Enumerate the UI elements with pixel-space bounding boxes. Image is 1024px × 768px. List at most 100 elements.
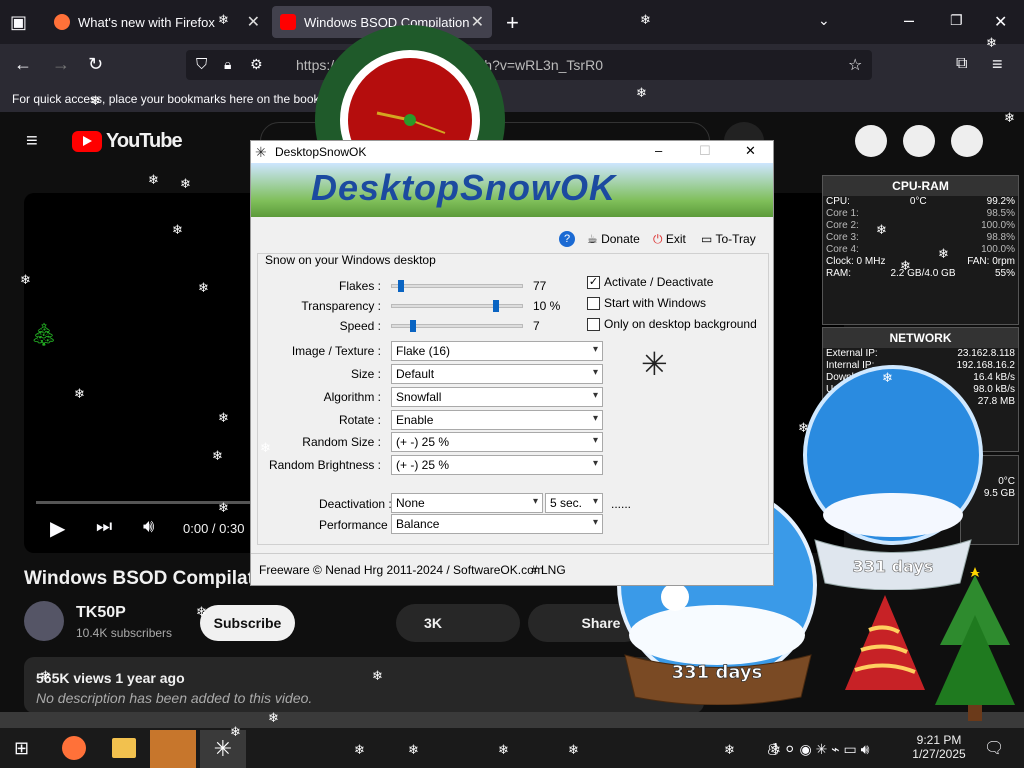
slider-0[interactable] <box>391 280 523 292</box>
combo-value: Snowfall <box>396 390 442 404</box>
cpu-ram-gadget: CPU-RAM CPU: 0°C 99.2% Core 1: 98.5% Core 2: 1… <box>822 175 1019 325</box>
tab-list-icon[interactable]: ▣ <box>10 12 27 33</box>
deactivation-label: Deactivation : <box>319 497 392 511</box>
language-link[interactable]: # LNG <box>531 563 566 577</box>
slider-thumb[interactable] <box>493 300 499 312</box>
combo-select[interactable]: Enable ▾ <box>391 410 603 430</box>
slider-1[interactable] <box>391 300 523 312</box>
snowflake-icon: ❄ <box>20 272 31 287</box>
footer-divider <box>251 553 773 554</box>
avatar[interactable] <box>951 125 983 157</box>
checkbox-option[interactable]: Only on desktop background <box>587 317 757 331</box>
hamburger-menu-icon[interactable]: ≡ <box>26 130 38 153</box>
combo-select[interactable]: (+ -) 25 % ▾ <box>391 432 603 452</box>
christmas-tree-cursor-icon: 🎄︎ <box>30 322 58 347</box>
cpu-ram-row: Core 1: 98.5% <box>823 208 1018 220</box>
channel-avatar[interactable] <box>24 601 64 641</box>
snowflake-icon: ❄ <box>196 604 207 619</box>
checkbox-option[interactable]: ✓ Activate / Deactivate <box>587 275 713 289</box>
shield-icon[interactable]: ⛉ <box>196 56 207 73</box>
deactivation-seconds-select[interactable]: 5 sec. ▾ <box>545 493 603 513</box>
close-window-icon[interactable]: ✕ <box>994 12 1007 32</box>
checkbox-box[interactable] <box>587 317 600 331</box>
bookmark-star-icon[interactable]: ☆ <box>848 55 862 75</box>
combo-value: Enable <box>396 413 434 427</box>
combo-select[interactable]: Default ▾ <box>391 364 603 384</box>
minimize-icon[interactable]: – <box>655 143 662 158</box>
combo-value: Flake (16) <box>396 344 451 358</box>
tray-icons[interactable]: ⛄︎ ⚪ ◉ ✳ ⌁ ▭ 🔊︎ <box>766 738 870 759</box>
close-tab-icon[interactable]: ✕ <box>247 12 260 32</box>
row-mid: 0°C <box>909 196 927 207</box>
create-button[interactable] <box>855 125 887 157</box>
notifications-button[interactable] <box>903 125 935 157</box>
horizontal-scrollbar[interactable] <box>0 712 1024 728</box>
tab-firefox-news[interactable]: What's new with Firefox ✕ <box>46 6 268 38</box>
subscribe-button[interactable]: Subscribe <box>200 605 295 641</box>
forward-icon[interactable]: → <box>52 54 70 75</box>
youtube-logo[interactable]: YouTube <box>72 130 183 153</box>
file-explorer-icon[interactable] <box>112 738 136 758</box>
extensions-icon[interactable]: ⧉ <box>956 55 967 73</box>
menu-icon[interactable]: ≡ <box>992 54 1003 75</box>
row-value: FAN: 0rpm <box>967 256 1015 267</box>
exit-button[interactable]: ⏻ Exit <box>653 232 686 247</box>
checkbox-option[interactable]: Start with Windows <box>587 296 706 310</box>
combo-select[interactable]: (+ -) 25 % ▾ <box>391 455 603 475</box>
to-tray-label: To-Tray <box>715 232 756 246</box>
windows-start-icon[interactable]: ⊞ <box>14 738 29 759</box>
combo-select[interactable]: Snowfall ▾ <box>391 387 603 407</box>
snowflake-icon: ❄ <box>636 85 647 100</box>
deactivation-select[interactable]: None ▾ <box>391 493 543 513</box>
wreath-app-taskbar-icon[interactable] <box>150 730 196 768</box>
volume-icon[interactable]: 🔊︎ <box>143 516 154 537</box>
next-icon[interactable]: ⏭ <box>96 516 112 537</box>
snowflake-icon: ❄ <box>498 742 509 757</box>
combo-value: Default <box>396 367 435 381</box>
reload-icon[interactable]: ↻ <box>88 54 103 75</box>
maximize-icon[interactable]: ☐ <box>699 143 711 159</box>
like-button[interactable]: 3K <box>396 604 520 642</box>
checkbox-label: Only on desktop background <box>604 317 757 331</box>
channel-name[interactable]: TK50P <box>76 604 126 622</box>
permissions-icon[interactable]: ⚙ <box>250 56 263 73</box>
like-count: 3K <box>424 615 442 631</box>
cpu-ram-row: Core 4: 100.0% <box>823 244 1018 256</box>
flake-preview-icon: ✳ <box>641 346 668 382</box>
lock-icon[interactable]: 🔒︎ <box>224 56 231 73</box>
large-globe-days: 331 days <box>853 557 934 576</box>
snowflake-icon: ❄ <box>1004 110 1015 125</box>
back-icon[interactable]: ← <box>14 54 32 75</box>
slider-2[interactable] <box>391 320 523 332</box>
snowflake-icon: ❄ <box>180 176 191 191</box>
slider-thumb[interactable] <box>398 280 404 292</box>
to-tray-button[interactable]: ▭ To-Tray <box>701 232 756 246</box>
minimize-icon[interactable]: – <box>904 10 914 31</box>
help-icon: ? <box>559 231 575 247</box>
desktopsnowok-window[interactable]: DesktopSnowOK ✳ – ☐ ✕ DesktopSnowOK ? ☕︎… <box>250 140 774 586</box>
donate-button[interactable]: ☕︎ Donate <box>587 232 640 246</box>
banner-text: DesktopSnowOK <box>311 167 617 208</box>
chevron-down-icon: ▾ <box>532 496 538 507</box>
copyright-text[interactable]: Freeware © Nenad Hrg 2011-2024 / Softwar… <box>259 563 544 577</box>
help-button[interactable]: ? <box>559 231 575 247</box>
slider-value: 7 <box>533 319 540 333</box>
checkbox-box[interactable]: ✓ <box>587 275 600 289</box>
close-icon[interactable]: ✕ <box>745 143 756 159</box>
maximize-icon[interactable]: ❐ <box>950 12 963 29</box>
clock[interactable]: 9:21 PM 1/27/2025 <box>912 733 966 761</box>
checkbox-box[interactable] <box>587 296 600 310</box>
firefox-taskbar-icon[interactable] <box>62 736 86 760</box>
progress-bar[interactable] <box>36 501 266 504</box>
slider-thumb[interactable] <box>410 320 416 332</box>
performance-select[interactable]: Balance ▾ <box>391 514 603 534</box>
combo-select[interactable]: Flake (16) ▾ <box>391 341 603 361</box>
clock-time: 9:21 PM <box>916 733 962 747</box>
youtube-favicon-icon <box>280 14 296 30</box>
snowflake-icon: ❄ <box>770 742 781 757</box>
chevron-down-icon[interactable]: ⌄ <box>818 12 830 29</box>
snowflake-icon: ❄ <box>876 222 887 237</box>
view-stats: 565K views 1 year ago <box>36 670 185 686</box>
notification-icon[interactable]: 🗨︎ <box>984 738 1004 758</box>
play-icon[interactable]: ▶ <box>50 516 65 541</box>
